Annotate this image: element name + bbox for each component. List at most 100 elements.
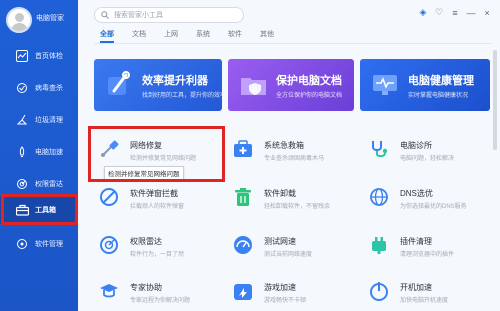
sidebar-item-junk-clean[interactable]: 垃圾清理 [0,104,78,136]
banner-subtitle: 实时掌握电脑健康状况 [408,93,469,99]
dns-icon [368,186,390,208]
avatar[interactable] [6,7,32,33]
monitor-heart-icon [370,69,402,101]
tool-desc: 清理浏览器中的插件 [400,252,455,258]
tool-permission-radar[interactable]: 权限雷达 软件行为，一目了然 [98,228,218,268]
tool-dns-optimize[interactable]: DNS选优 为你选择最优的DNS服务 [368,180,488,220]
tool-name: 网络修复 [130,141,162,150]
tool-name: 电脑诊所 [400,141,432,150]
virus-scan-icon [15,81,29,95]
wrench-tools-icon [104,69,136,101]
tab-system[interactable]: 系统 [196,29,228,39]
rocket-icon [15,145,29,159]
window-controls: ◈ ♡ ≡ — × [418,7,492,18]
tab-divider [94,43,492,44]
folder-shield-icon [238,69,270,101]
plugin-icon [368,234,390,256]
sidebar-item-home-checkup[interactable]: 首页体检 [0,40,78,72]
boot-speed-icon [368,280,390,302]
tool-name: 软件弹窗拦截 [130,189,178,198]
tool-name: 插件清理 [400,237,432,246]
trash-icon [232,186,254,208]
tool-plugin-clean[interactable]: 插件清理 清理浏览器中的插件 [368,228,488,268]
app-grid-icon [15,237,29,251]
banner-health-manage[interactable]: 电脑健康管理 实时掌握电脑健康状况 [360,59,490,111]
search-placeholder: 搜索管家小工具 [114,12,163,19]
sidebar-item-label: 首页体检 [35,53,63,60]
first-aid-kit-icon [232,138,254,160]
tab-software[interactable]: 软件 [228,29,260,39]
sidebar-item-virus-scan[interactable]: 病毒查杀 [0,72,78,104]
sidebar-item-label: 权限雷达 [35,181,63,188]
banner-doc-protect[interactable]: 保护电脑文档 全方位保护你的电脑文档 [228,59,354,111]
banner-subtitle: 全方位保护你的电脑文档 [276,93,343,99]
popup-block-icon [98,186,120,208]
tool-expert-help[interactable]: 专家协助 专家远程为你解决问题 [98,274,218,311]
tool-system-first-aid[interactable]: 系统急救箱 专业查杀顽固病毒木马 [232,132,352,172]
tool-popup-block[interactable]: 软件弹窗拦截 拦截烦人的软件弹窗 [98,180,218,220]
tool-desc: 测试当前网络速度 [264,252,313,258]
tool-desc: 轻松卸载软件，不留残余 [264,204,331,210]
network-repair-icon [98,138,120,160]
banner-subtitle: 找到好用的工具，提升你的效率 [142,93,222,99]
tab-all[interactable]: 全部 [100,29,132,39]
tooltip: 检测并修复常见网络问题 [104,166,184,180]
tool-name: 测试网速 [264,237,296,246]
tool-name: 专家协助 [130,283,162,292]
sidebar-item-label: 病毒查杀 [35,85,63,92]
stethoscope-icon [368,138,390,160]
tool-game-boost[interactable]: 游戏加速 游戏畅快不卡顿 [232,274,352,311]
radar-icon [98,234,120,256]
tool-desc: 专家远程为你解决问题 [130,298,191,304]
tool-software-uninstall[interactable]: 软件卸载 轻松卸载软件，不留残余 [232,180,352,220]
toolbox-icon [15,203,29,217]
broom-icon [15,113,29,127]
tool-name: DNS选优 [400,189,433,198]
tool-name: 系统急救箱 [264,141,304,150]
game-boost-icon [232,280,254,302]
close-icon[interactable]: × [482,8,492,18]
sidebar-item-speed-up[interactable]: 电脑加速 [0,136,78,168]
tool-boot-speed[interactable]: 开机加速 加快电脑开机速度 [368,274,488,311]
sidebar-item-label: 垃圾清理 [35,117,63,124]
search-input[interactable]: 搜索管家小工具 [94,7,244,23]
skin-icon[interactable]: ◈ [418,7,428,18]
tool-name: 权限雷达 [130,237,162,246]
menu-icon[interactable]: ≡ [450,8,460,18]
tool-desc: 游戏畅快不卡顿 [264,298,307,304]
tool-desc: 加快电脑开机速度 [400,298,449,304]
tool-name: 开机加速 [400,283,432,292]
chart-line-icon [15,49,29,63]
banner-title: 保护电脑文档 [276,75,342,87]
banner-title: 电脑健康管理 [408,75,474,87]
feedback-icon[interactable]: ♡ [434,7,444,18]
sidebar-item-software-manager[interactable]: 软件管理 [0,228,78,260]
minimize-icon[interactable]: — [466,8,476,18]
top-bar: 搜索管家小工具 ◈ ♡ ≡ — × [78,0,500,30]
tool-desc: 拦截烦人的软件弹窗 [130,204,185,210]
expert-icon [98,280,120,302]
tool-desc: 软件行为，一目了然 [130,252,185,258]
tool-name: 游戏加速 [264,283,296,292]
sidebar-item-toolbox[interactable]: 工具箱 [0,196,78,224]
tool-desc: 专业查杀顽固病毒木马 [264,156,325,162]
tool-desc: 为你选择最优的DNS服务 [400,204,467,210]
tool-name: 软件卸载 [264,189,296,198]
tab-other[interactable]: 其他 [260,29,292,39]
radar-icon [15,177,29,191]
search-icon [101,6,109,24]
category-tabs: 全部 文档 上网 系统 软件 其他 [100,29,292,39]
scrollbar[interactable] [493,50,497,150]
tool-pc-clinic[interactable]: 电脑诊所 电脑问题，轻松解决 [368,132,488,172]
tab-documents[interactable]: 文档 [132,29,164,39]
tool-speed-test[interactable]: 测试网速 测试当前网络速度 [232,228,352,268]
profile[interactable]: 电脑管家 [6,7,76,37]
tool-desc: 电脑问题，轻松解决 [400,156,455,162]
banner-efficiency[interactable]: 效率提升利器 找到好用的工具，提升你的效率 [94,59,222,111]
sidebar-item-label: 工具箱 [35,207,56,214]
main-panel: 搜索管家小工具 ◈ ♡ ≡ — × 全部 文档 上网 系统 软件 其他 效率提升… [78,0,500,311]
sidebar-item-label: 电脑加速 [35,149,63,156]
sidebar-item-label: 软件管理 [35,241,63,248]
sidebar: 电脑管家 首页体检 病毒查杀 垃圾清理 电脑加速 权限雷达 工具箱 软件管理 [0,0,78,311]
tab-internet[interactable]: 上网 [164,29,196,39]
